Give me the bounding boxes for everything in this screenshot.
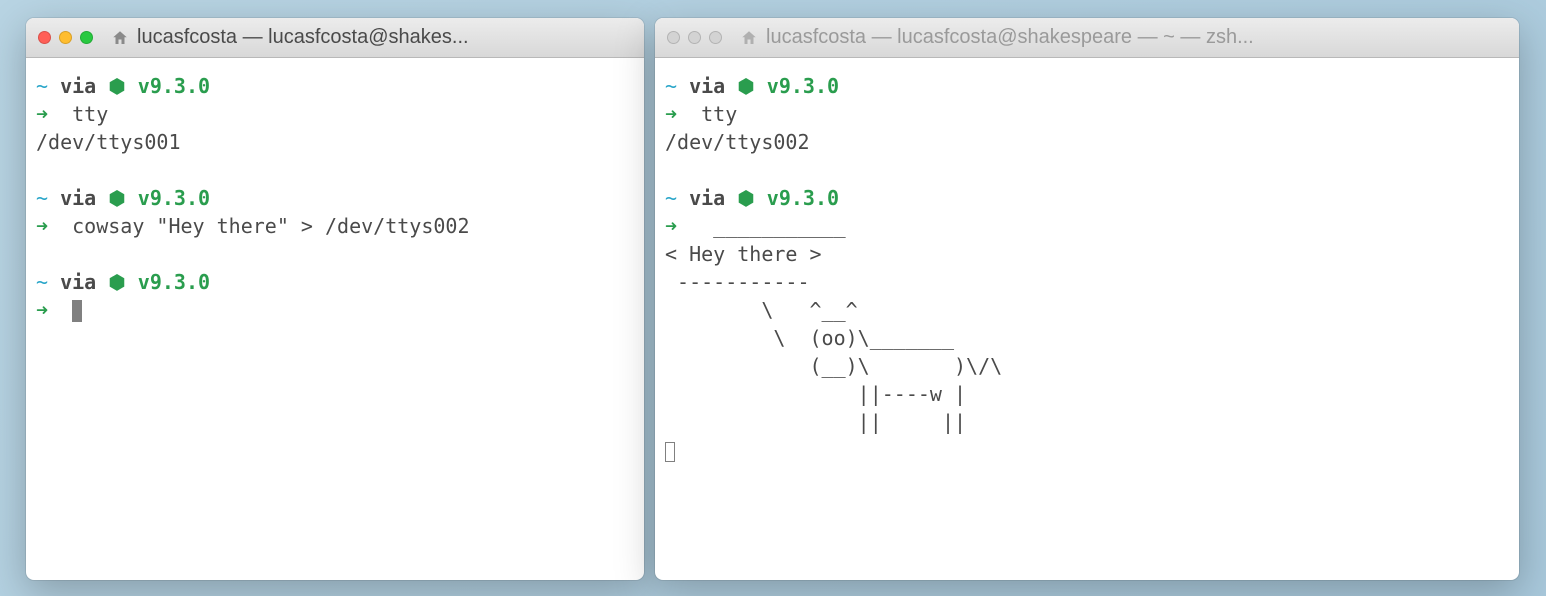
traffic-lights xyxy=(38,31,93,44)
terminal-content-left[interactable]: ~ via ⬢ v9.3.0➜ tty/dev/ttys001 ~ via ⬢ … xyxy=(26,58,644,580)
output-text: ----------- xyxy=(665,270,810,294)
terminal-line: \ (oo)\_______ xyxy=(665,324,1509,352)
terminal-line: ➜ cowsay "Hey there" > /dev/ttys002 xyxy=(36,212,634,240)
output-text: ||----w | xyxy=(665,382,966,406)
terminal-line: ➜ xyxy=(36,296,634,324)
terminal-line: ~ via ⬢ v9.3.0 xyxy=(665,72,1509,100)
window-title: lucasfcosta — lucasfcosta@shakes... xyxy=(137,26,632,49)
output-text: (__)\ )\/\ xyxy=(665,354,1002,378)
prompt-version: v9.3.0 xyxy=(767,186,839,210)
window-title: lucasfcosta — lucasfcosta@shakespeare — … xyxy=(766,26,1507,49)
prompt-arrow-icon: ➜ xyxy=(665,102,677,126)
terminal-line: ➜ tty xyxy=(36,100,634,128)
node-icon: ⬢ xyxy=(108,186,125,210)
terminal-line: (__)\ )\/\ xyxy=(665,352,1509,380)
terminal-line xyxy=(665,436,1509,464)
node-icon: ⬢ xyxy=(737,186,754,210)
traffic-lights xyxy=(667,31,722,44)
prompt-arrow-icon: ➜ xyxy=(665,214,677,238)
terminal-line: ➜ tty xyxy=(665,100,1509,128)
terminal-line: ~ via ⬢ v9.3.0 xyxy=(36,184,634,212)
home-icon xyxy=(740,29,758,47)
terminal-line xyxy=(665,156,1509,184)
prompt-arrow-icon: ➜ xyxy=(36,102,48,126)
command-text: tty xyxy=(701,102,737,126)
terminal-line: ~ via ⬢ v9.3.0 xyxy=(36,72,634,100)
prompt-tilde: ~ xyxy=(36,74,48,98)
close-icon[interactable] xyxy=(667,31,680,44)
terminal-line: ~ via ⬢ v9.3.0 xyxy=(665,184,1509,212)
terminal-line: ||----w | xyxy=(665,380,1509,408)
titlebar-left[interactable]: lucasfcosta — lucasfcosta@shakes... xyxy=(26,18,644,58)
terminal-line: ➜ ___________ xyxy=(665,212,1509,240)
prompt-tilde: ~ xyxy=(36,270,48,294)
output-text: \ ^__^ xyxy=(665,298,858,322)
terminal-window-left[interactable]: lucasfcosta — lucasfcosta@shakes... ~ vi… xyxy=(26,18,644,580)
maximize-icon[interactable] xyxy=(709,31,722,44)
terminal-line: || || xyxy=(665,408,1509,436)
prompt-tilde: ~ xyxy=(36,186,48,210)
prompt-version: v9.3.0 xyxy=(138,270,210,294)
output-text: || || xyxy=(665,410,966,434)
terminal-line: /dev/ttys001 xyxy=(36,128,634,156)
output-text: ___________ xyxy=(701,214,846,238)
output-text: \ (oo)\_______ xyxy=(665,326,954,350)
node-icon: ⬢ xyxy=(108,270,125,294)
prompt-via: via xyxy=(60,186,96,210)
node-icon: ⬢ xyxy=(108,74,125,98)
command-text: tty xyxy=(72,102,108,126)
maximize-icon[interactable] xyxy=(80,31,93,44)
output-text: < Hey there > xyxy=(665,242,822,266)
node-icon: ⬢ xyxy=(737,74,754,98)
terminal-line: \ ^__^ xyxy=(665,296,1509,324)
output-text: /dev/ttys001 xyxy=(36,130,181,154)
titlebar-right[interactable]: lucasfcosta — lucasfcosta@shakespeare — … xyxy=(655,18,1519,58)
prompt-arrow-icon: ➜ xyxy=(36,214,48,238)
prompt-via: via xyxy=(689,186,725,210)
prompt-tilde: ~ xyxy=(665,186,677,210)
terminal-line: ----------- xyxy=(665,268,1509,296)
prompt-arrow-icon: ➜ xyxy=(36,298,48,322)
prompt-via: via xyxy=(689,74,725,98)
terminal-line: /dev/ttys002 xyxy=(665,128,1509,156)
home-icon xyxy=(111,29,129,47)
command-text: cowsay "Hey there" > /dev/ttys002 xyxy=(72,214,469,238)
terminal-line: ~ via ⬢ v9.3.0 xyxy=(36,268,634,296)
terminal-line xyxy=(36,240,634,268)
output-text: /dev/ttys002 xyxy=(665,130,810,154)
prompt-version: v9.3.0 xyxy=(138,74,210,98)
prompt-via: via xyxy=(60,74,96,98)
minimize-icon[interactable] xyxy=(59,31,72,44)
prompt-via: via xyxy=(60,270,96,294)
terminal-content-right[interactable]: ~ via ⬢ v9.3.0➜ tty/dev/ttys002 ~ via ⬢ … xyxy=(655,58,1519,580)
close-icon[interactable] xyxy=(38,31,51,44)
terminal-line: < Hey there > xyxy=(665,240,1509,268)
prompt-tilde: ~ xyxy=(665,74,677,98)
cursor-icon xyxy=(72,300,82,322)
terminal-line xyxy=(36,156,634,184)
prompt-version: v9.3.0 xyxy=(138,186,210,210)
prompt-version: v9.3.0 xyxy=(767,74,839,98)
cursor-icon xyxy=(665,442,675,462)
minimize-icon[interactable] xyxy=(688,31,701,44)
terminal-window-right[interactable]: lucasfcosta — lucasfcosta@shakespeare — … xyxy=(655,18,1519,580)
